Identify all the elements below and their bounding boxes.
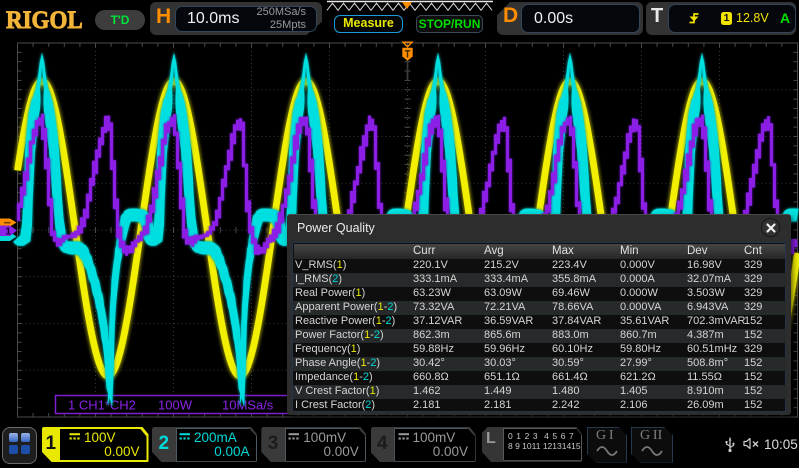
svg-text:1: 1: [5, 226, 11, 238]
svg-text:100W: 100W: [158, 398, 193, 413]
svg-text:1 CH1*CH2: 1 CH1*CH2: [68, 398, 136, 413]
svg-text:10MSa/s: 10MSa/s: [222, 398, 274, 413]
